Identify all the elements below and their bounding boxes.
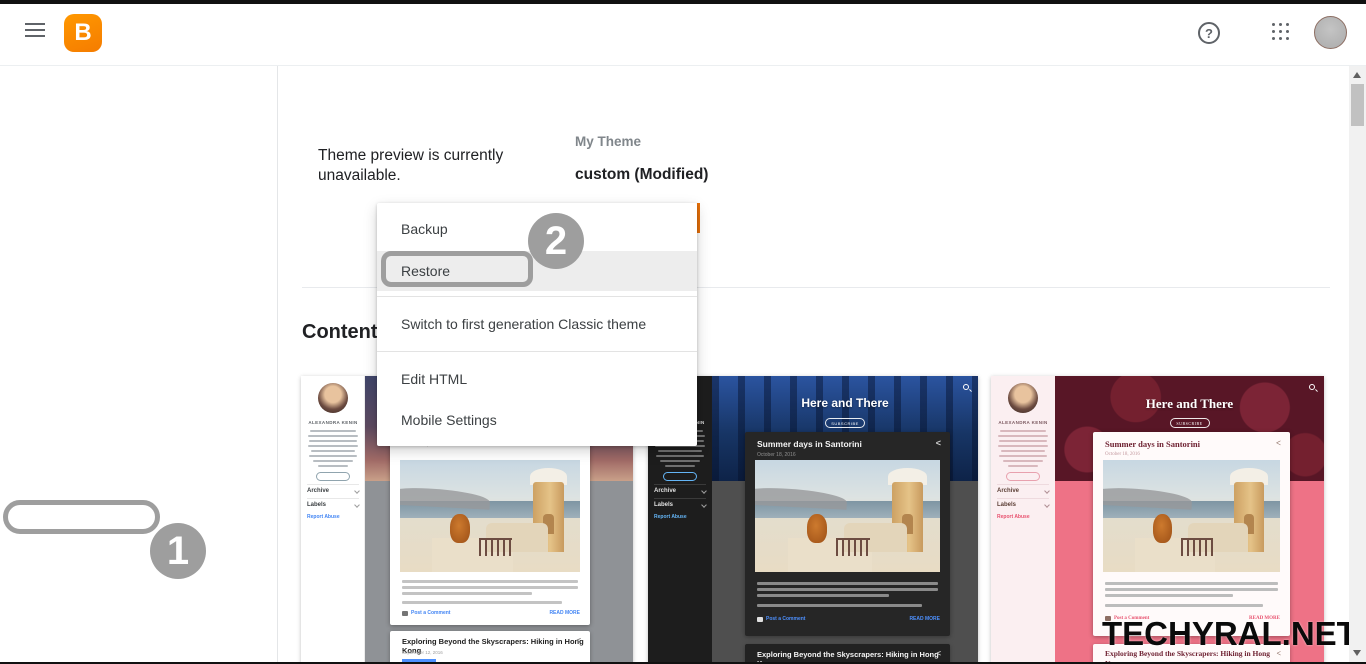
theme1-archive-row: Archive	[307, 484, 360, 497]
chevron-down-icon	[701, 502, 707, 508]
theme2-post1-date: October 18, 2016	[757, 452, 796, 458]
santorini-photo	[755, 460, 940, 572]
blogger-logo-icon[interactable]: B	[64, 14, 102, 52]
theme3-archive-row: Archive	[997, 484, 1050, 497]
content-section-heading: Content	[302, 321, 378, 343]
theme3-report-abuse-link: Report Abuse	[997, 514, 1030, 520]
menu-divider	[377, 351, 697, 352]
theme1-report-abuse-link: Report Abuse	[307, 514, 340, 520]
theme1-post-footer: Post a Comment READ MORE	[402, 610, 580, 616]
share-icon: <	[935, 438, 941, 448]
top-bar: B ?	[0, 4, 1366, 66]
theme1-author-name: ALEXANDRA KENIN	[308, 420, 358, 425]
theme3-sidebar: ALEXANDRA KENIN Archive Labels Report Ab…	[991, 376, 1055, 664]
santorini-photo	[1103, 460, 1280, 572]
theme2-post2-card: Exploring Beyond the Skyscrapers: Hiking…	[745, 644, 950, 664]
theme-options-dropdown-menu: Backup Restore Switch to first generatio…	[377, 203, 697, 446]
theme3-post1-title: Summer days in Santorini	[1105, 439, 1201, 449]
chevron-down-icon	[1044, 502, 1050, 508]
scrollbar-down-arrow-icon[interactable]	[1353, 650, 1361, 656]
theme3-author-name: ALEXANDRA KENIN	[998, 420, 1048, 425]
theme1-read-more-link: READ MORE	[549, 610, 580, 616]
comment-icon	[757, 616, 763, 622]
theme3-author-avatar	[1008, 383, 1038, 413]
google-apps-grid-icon[interactable]	[1272, 23, 1293, 44]
theme1-labels-row: Labels	[307, 498, 360, 511]
santorini-photo	[400, 460, 580, 572]
menu-item-mobile-settings[interactable]: Mobile Settings	[377, 399, 697, 441]
theme1-post-card: October 18, 2016 Post a Comment READ MOR…	[390, 432, 590, 625]
theme2-blog-title: Here and There	[801, 396, 889, 410]
theme2-read-more-link: READ MORE	[909, 616, 940, 622]
my-theme-label: My Theme	[575, 134, 642, 149]
screenshot-top-border	[0, 0, 1366, 4]
theme2-archive-row: Archive	[654, 484, 707, 497]
menu-item-edit-html[interactable]: Edit HTML	[377, 357, 697, 401]
theme2-report-abuse-link: Report Abuse	[654, 514, 687, 520]
theme1-sidebar: ALEXANDRA KENIN Archive Labels Report Ab…	[301, 376, 365, 664]
search-icon	[963, 384, 969, 390]
hamburger-menu-icon[interactable]	[25, 23, 45, 37]
share-icon: <	[1275, 438, 1281, 448]
current-theme-name: custom (Modified)	[575, 166, 709, 183]
watermark: TECHYRAL.NET	[1102, 615, 1357, 652]
share-icon: <	[576, 636, 581, 645]
chevron-down-icon	[1044, 488, 1050, 494]
my-theme-card-edge	[697, 203, 700, 233]
theme3-post1-date: October 18, 2016	[1105, 452, 1140, 457]
theme3-view-profile-button	[1006, 472, 1040, 481]
help-icon[interactable]: ?	[1198, 22, 1220, 44]
theme2-post-card: Summer days in Santorini < October 18, 2…	[745, 432, 950, 636]
search-icon	[1309, 384, 1315, 390]
theme3-labels-row: Labels	[997, 498, 1050, 511]
chevron-down-icon	[354, 488, 360, 494]
theme1-author-avatar	[318, 383, 348, 413]
theme2-subscribe-button: SUBSCRIBE	[825, 418, 865, 428]
comment-icon	[402, 610, 408, 616]
theme1-view-profile-button	[316, 472, 350, 481]
share-icon: <	[936, 649, 941, 658]
menu-item-switch-classic-theme[interactable]: Switch to first generation Classic theme	[377, 302, 697, 346]
theme1-post2-card: Exploring Beyond the Skyscrapers: Hiking…	[390, 631, 590, 664]
scrollbar-up-arrow-icon[interactable]	[1353, 72, 1361, 78]
theme2-post1-title: Summer days in Santorini	[757, 439, 862, 449]
theme2-post-comment-link: Post a Comment	[766, 616, 806, 622]
scrollbar-thumb[interactable]	[1351, 84, 1364, 126]
page-scrollbar[interactable]	[1349, 66, 1366, 664]
theme-preview-message: Theme preview is currently unavailable.	[318, 147, 504, 184]
menu-item-restore[interactable]: Restore	[377, 251, 697, 291]
sidebar	[0, 66, 278, 664]
theme2-view-profile-button	[663, 472, 697, 481]
theme2-labels-row: Labels	[654, 498, 707, 511]
theme3-subscribe-button: SUBSCRIBE	[1169, 418, 1210, 428]
theme-preview-card-dark[interactable]: Here and There SUBSCRIBE ALEXANDRA KENIN…	[648, 376, 978, 664]
menu-item-backup[interactable]: Backup	[377, 207, 697, 251]
chevron-down-icon	[701, 488, 707, 494]
chevron-down-icon	[354, 502, 360, 508]
blogger-theme-page: B ? + NEW POST Posts Stats Comments $ Ea…	[0, 0, 1366, 664]
theme1-post2-date: September 12, 2016	[402, 650, 443, 655]
theme1-post-comment-link: Post a Comment	[411, 610, 451, 616]
theme3-blog-title: Here and There	[1145, 396, 1234, 411]
menu-divider	[377, 296, 697, 297]
theme3-post-card: Summer days in Santorini < October 18, 2…	[1093, 432, 1290, 636]
theme2-post-footer: Post a Comment READ MORE	[757, 616, 940, 622]
account-avatar[interactable]	[1314, 16, 1347, 49]
